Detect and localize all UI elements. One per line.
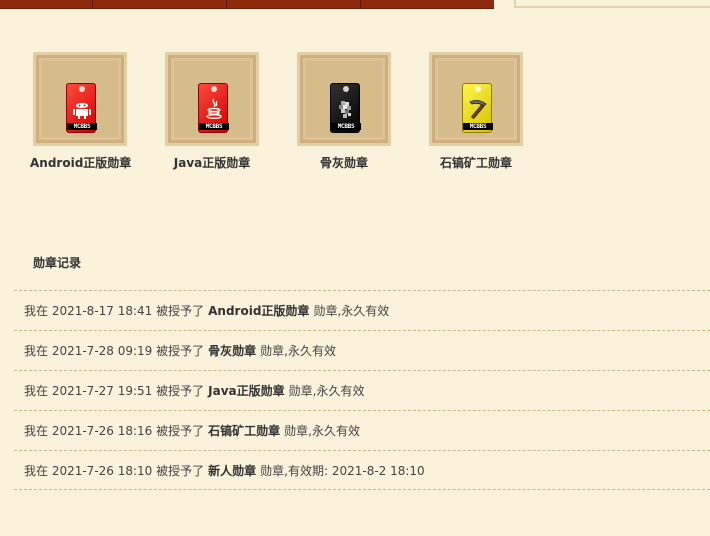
java-icon — [206, 98, 222, 119]
medal-frame[interactable]: MCBBS — [165, 52, 259, 146]
record-prefix: 我在 2021-7-26 18:16 被授予了 — [24, 424, 205, 438]
medal-name: Android正版勋章 — [30, 156, 132, 170]
top-nav-bar — [0, 0, 494, 9]
android-icon — [73, 103, 91, 119]
record-row: 我在 2021-7-26 18:10 被授予了 新人勋章 勋章,有效期: 202… — [14, 450, 710, 490]
record-suffix: 勋章,永久有效 — [288, 384, 365, 398]
record-row: 我在 2021-7-26 18:16 被授予了 石镐矿工勋章 勋章,永久有效 — [14, 410, 710, 450]
medal-badge: MCBBS — [198, 83, 229, 133]
record-row: 我在 2021-7-28 09:19 被授予了 骨灰勋章 勋章,永久有效 — [14, 330, 710, 370]
nav-divider — [92, 0, 93, 8]
top-panel-edge — [514, 0, 710, 8]
records-title: 勋章记录 — [33, 256, 82, 270]
ash-icon — [339, 101, 351, 118]
medal-name: 石镐矿工勋章 — [439, 156, 512, 170]
record-prefix: 我在 2021-7-27 19:51 被授予了 — [24, 384, 205, 398]
record-medal: 新人勋章 — [208, 463, 257, 478]
record-suffix: 勋章,永久有效 — [313, 304, 390, 318]
medal-item-ash[interactable]: MCBBS 骨灰勋章 — [294, 52, 394, 171]
records-list: 我在 2021-8-17 18:41 被授予了 Android正版勋章 勋章,永… — [14, 290, 710, 490]
record-suffix: 勋章,永久有效 — [284, 424, 360, 438]
pickaxe-icon — [469, 100, 487, 120]
nav-divider — [360, 0, 361, 8]
record-medal: 骨灰勋章 — [208, 344, 257, 358]
record-medal: 石镐矿工勋章 — [208, 424, 281, 438]
medal-name: Java正版勋章 — [173, 156, 251, 170]
record-row: 我在 2021-8-17 18:41 被授予了 Android正版勋章 勋章,永… — [14, 290, 710, 330]
medal-item-android[interactable]: MCBBS Android正版勋章 — [30, 52, 132, 171]
medal-badge: MCBBS — [462, 83, 493, 133]
record-medal: Java正版勋章 — [208, 384, 285, 398]
record-prefix: 我在 2021-7-26 18:10 被授予了 — [24, 463, 205, 478]
nav-divider — [226, 0, 227, 8]
medal-frame[interactable]: MCBBS — [429, 52, 523, 146]
record-medal: Android正版勋章 — [208, 304, 310, 318]
record-prefix: 我在 2021-7-28 09:19 被授予了 — [24, 344, 205, 358]
record-row: 我在 2021-7-27 19:51 被授予了 Java正版勋章 勋章,永久有效 — [14, 370, 710, 410]
medal-frame[interactable]: MCBBS — [297, 52, 391, 146]
medal-item-java[interactable]: MCBBS Java正版勋章 — [162, 52, 262, 171]
medal-badge: MCBBS — [66, 83, 97, 133]
medal-frame[interactable]: MCBBS — [33, 52, 127, 146]
medal-item-pickaxe[interactable]: MCBBS 石镐矿工勋章 — [426, 52, 526, 171]
medal-badge: MCBBS — [330, 83, 361, 133]
record-suffix: 勋章,永久有效 — [260, 344, 336, 358]
record-prefix: 我在 2021-8-17 18:41 被授予了 — [24, 304, 205, 318]
record-suffix: 勋章,有效期: 2021-8-2 18:10 — [260, 463, 425, 478]
medal-name: 骨灰勋章 — [319, 156, 368, 170]
